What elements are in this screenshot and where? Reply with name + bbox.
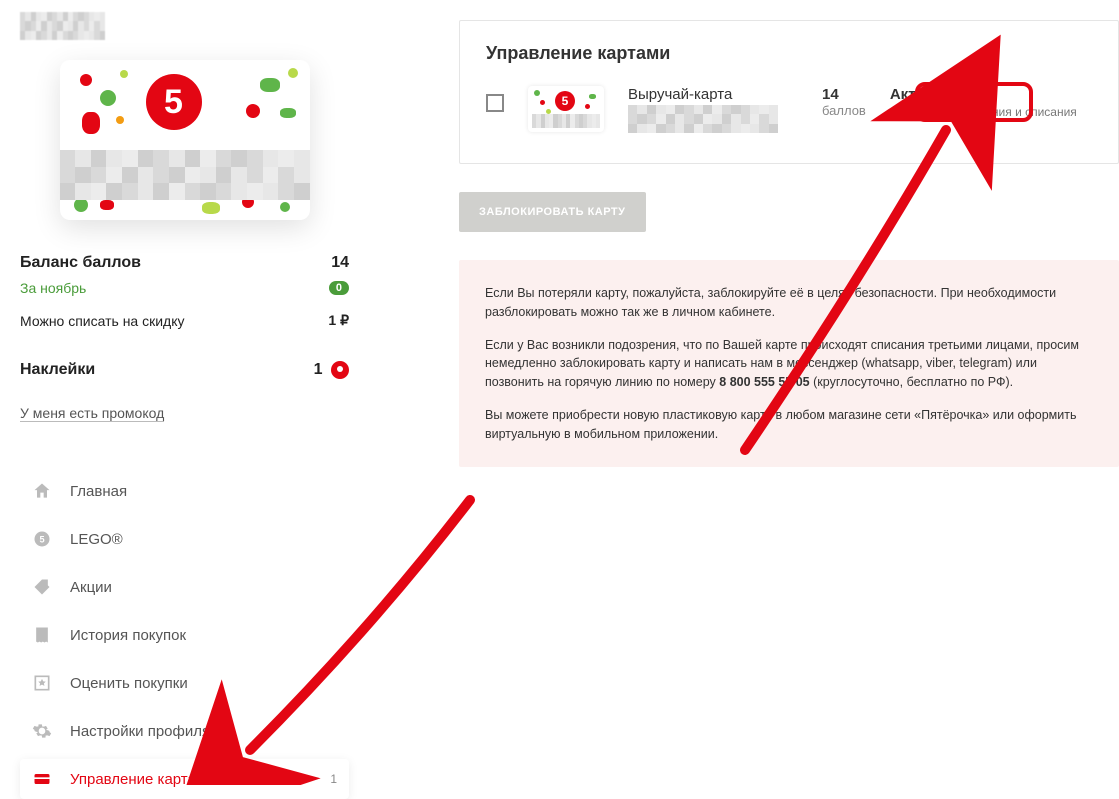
nav-item-rate[interactable]: Оценить покупки: [20, 663, 349, 703]
mini-card-number-redacted: [532, 114, 600, 128]
card-number-redacted: [628, 105, 778, 133]
sidebar: 5 Баланс баллов 14 За ноябрь 0 Можно спи…: [0, 0, 369, 785]
loyalty-card-image: 5: [60, 60, 310, 220]
info-p1: Если Вы потеряли карту, пожалуйста, забл…: [485, 284, 1093, 322]
info-p2: Если у Вас возникли подозрения, что по В…: [485, 336, 1093, 392]
stickers-label: Наклейки: [20, 361, 95, 379]
cards-panel: Управление картами 5: [459, 20, 1119, 164]
block-card-button[interactable]: ЗАБЛОКИРОВАТЬ КАРТУ: [459, 192, 646, 232]
receipt-icon: [32, 625, 52, 645]
balance-points-value: 14: [331, 254, 349, 272]
mini-card-image: 5: [528, 86, 604, 132]
tag-icon: [32, 577, 52, 597]
nav-label: Главная: [70, 483, 127, 500]
nav-label: История покупок: [70, 627, 186, 644]
stickers-value: 1: [314, 361, 323, 378]
balance-month-label: За ноябрь: [20, 280, 86, 296]
info-phone: 8 800 555 55 05: [719, 375, 809, 389]
balance-discount-value: 1 ₽: [328, 312, 349, 329]
stickers-value-wrap: 1: [314, 361, 349, 379]
card-name: Выручай-карта: [628, 86, 798, 103]
nav-item-cards[interactable]: Управление картами 1: [20, 759, 349, 799]
card-icon: [32, 769, 52, 789]
nav-label: LEGO®: [70, 531, 123, 548]
nav-item-history[interactable]: История покупок: [20, 615, 349, 655]
sticker-icon: [331, 361, 349, 379]
home-icon: [32, 481, 52, 501]
balance-block: Баланс баллов 14 За ноябрь 0 Можно списа…: [20, 250, 349, 333]
card-row: 5 Выручай-карта 14 баллов Активна: [486, 86, 1092, 133]
nav-item-home[interactable]: Главная: [20, 471, 349, 511]
card-status: Активна: [890, 86, 1077, 103]
nav-label: Акции: [70, 579, 112, 596]
user-name-redacted: [20, 12, 105, 40]
pyaterochka-logo-icon: 5: [555, 91, 575, 111]
panel-title: Управление картами: [486, 43, 1092, 64]
card-status-sub: доступны начисления и списания: [890, 105, 1077, 119]
svg-text:5: 5: [39, 535, 44, 545]
card-points-label: баллов: [822, 103, 866, 118]
pyaterochka-logo-icon: 5: [146, 74, 202, 130]
info-p2b: (круглосуточно, бесплатно по РФ).: [813, 375, 1013, 389]
nav-item-lego[interactable]: 5 LEGO®: [20, 519, 349, 559]
main-content: Управление картами 5: [369, 0, 1119, 785]
lego-icon: 5: [32, 529, 52, 549]
balance-discount-label: Можно списать на скидку: [20, 313, 185, 329]
nav-item-promotions[interactable]: Акции: [20, 567, 349, 607]
info-p3: Вы можете приобрести новую пластиковую к…: [485, 406, 1093, 444]
sidebar-nav: Главная 5 LEGO® Акции История покупок: [20, 471, 349, 799]
gear-icon: [32, 721, 52, 741]
info-box: Если Вы потеряли карту, пожалуйста, забл…: [459, 260, 1119, 467]
balance-month-badge: 0: [329, 281, 349, 295]
nav-label: Настройки профиля: [70, 723, 210, 740]
card-checkbox[interactable]: [486, 94, 504, 112]
nav-label: Управление картами: [70, 771, 215, 788]
balance-points-label: Баланс баллов: [20, 254, 141, 272]
card-number-redacted: [60, 150, 310, 200]
nav-badge: 1: [330, 772, 337, 786]
card-points-value: 14: [822, 86, 866, 103]
nav-label: Оценить покупки: [70, 675, 188, 692]
promo-code-link[interactable]: У меня есть промокод: [20, 405, 164, 422]
nav-item-settings[interactable]: Настройки профиля: [20, 711, 349, 751]
star-icon: [32, 673, 52, 693]
